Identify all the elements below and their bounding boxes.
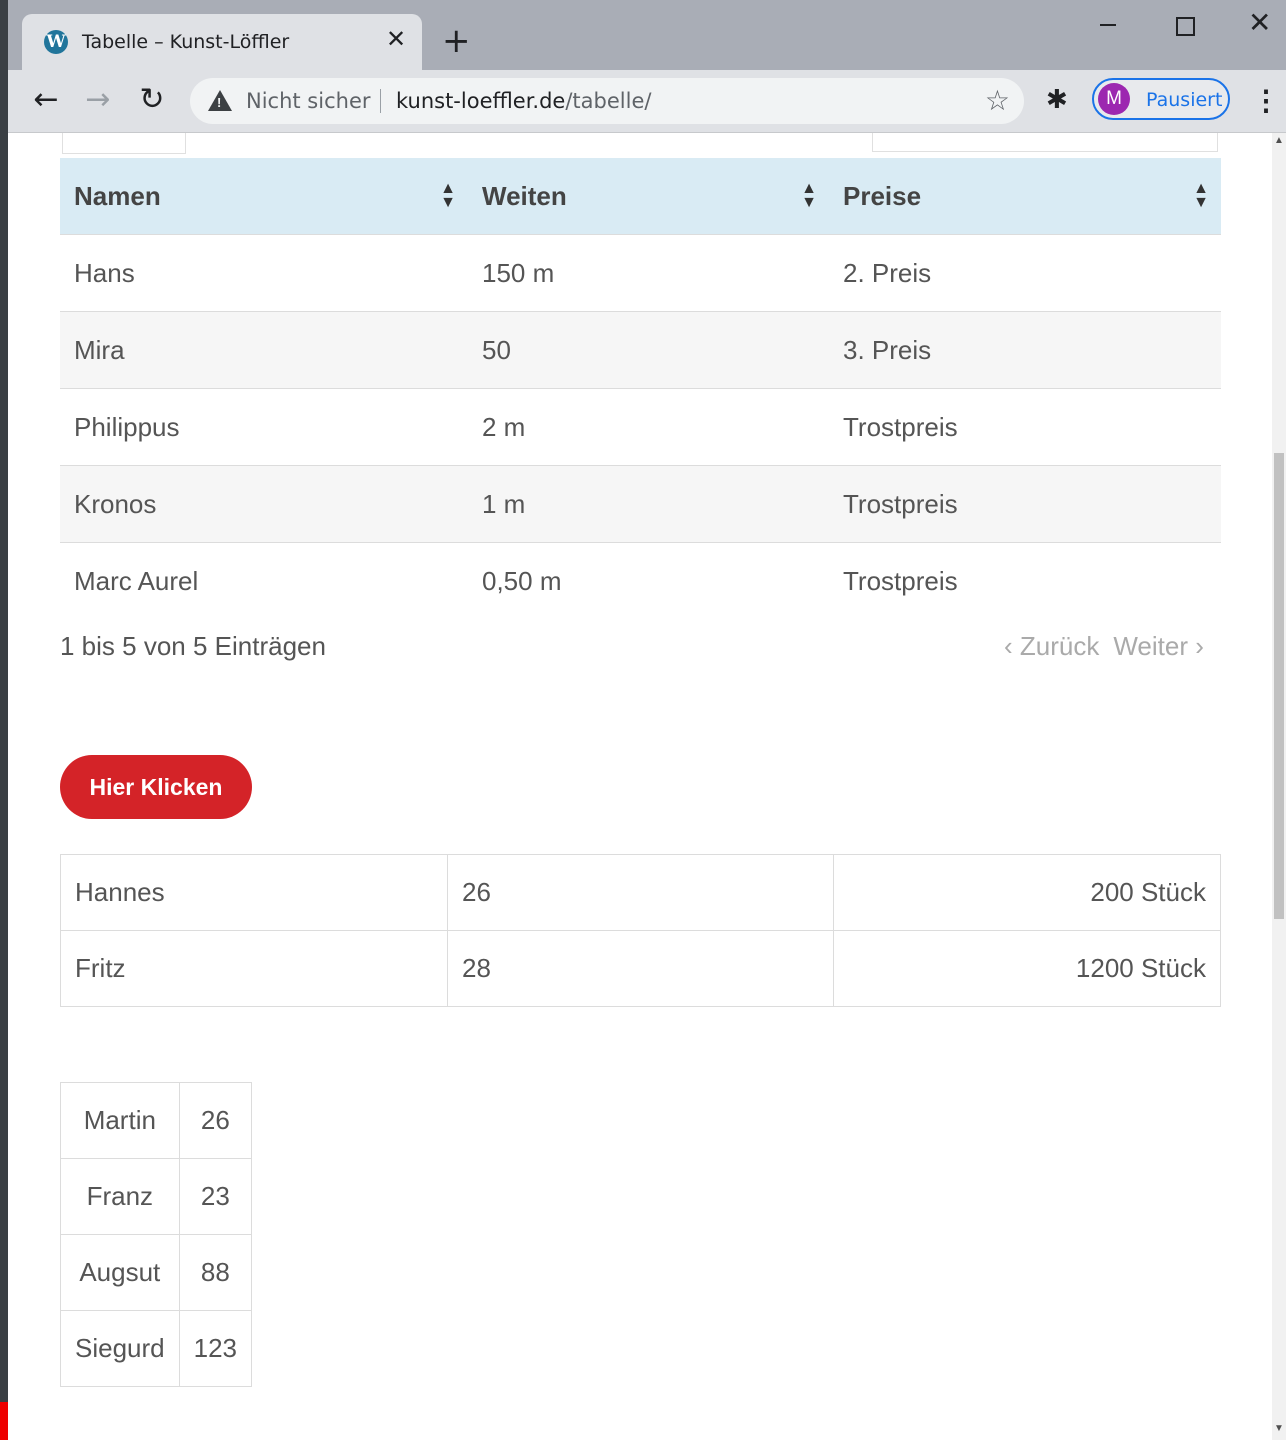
table-row: Hannes 26 200 Stück [60, 854, 1221, 931]
pagination: ‹ Zurück Weiter › [1004, 631, 1218, 662]
forward-arrow-icon[interactable]: → [78, 80, 118, 120]
table-row: Franz 23 [60, 1158, 253, 1235]
scroll-thumb[interactable] [1274, 453, 1284, 919]
back-arrow-icon[interactable]: ← [26, 80, 66, 120]
profile-label: Pausiert [1146, 89, 1223, 111]
cell: Trostpreis [829, 465, 1221, 543]
warning-icon[interactable] [208, 90, 232, 111]
table-row: Martin 26 [60, 1082, 253, 1159]
address-bar[interactable]: Nicht sicher kunst-loeffler.de/tabelle/ … [190, 78, 1024, 124]
cell: Philippus [60, 388, 468, 466]
data-table: Namen ▲ ▼ Weiten ▲ ▼ Preise ▲ ▼ Hans 150 m 2. Pr… [60, 158, 1221, 619]
column-header-preise[interactable]: Preise ▲ ▼ [829, 158, 1221, 235]
cell: 26 [447, 854, 834, 931]
table-three: Martin 26 Franz 23 Augsut 88 Siegurd 123 [60, 1082, 253, 1387]
sort-icon: ▲ ▼ [1193, 180, 1209, 211]
puzzle-icon[interactable]: ✱ [1046, 84, 1068, 115]
cell: Hans [60, 234, 468, 312]
divider [380, 89, 381, 113]
table-row: Mira 50 3. Preis [60, 311, 1221, 389]
page-content: Namen ▲ ▼ Weiten ▲ ▼ Preise ▲ ▼ Hans 150 m 2. Pr… [8, 133, 1270, 1440]
cell: 50 [468, 311, 829, 389]
column-header-namen[interactable]: Namen ▲ ▼ [60, 158, 468, 235]
cell: 26 [178, 1082, 253, 1159]
plus-icon[interactable]: + [442, 24, 471, 58]
table-row: Siegurd 123 [60, 1310, 253, 1387]
table-row: Augsut 88 [60, 1234, 253, 1311]
search-input[interactable] [872, 133, 1218, 152]
maximize-icon[interactable] [1176, 17, 1195, 36]
cell: 1200 Stück [833, 930, 1221, 1007]
wordpress-icon: W [44, 30, 68, 54]
avatar: M [1098, 83, 1130, 115]
sort-icon: ▲ ▼ [801, 180, 817, 211]
cell: 150 m [468, 234, 829, 312]
scrollbar[interactable]: ▲ ▼ [1272, 133, 1286, 1440]
cell: 3. Preis [829, 311, 1221, 389]
cell: Fritz [60, 930, 448, 1007]
cell: Hannes [60, 854, 448, 931]
cell: 88 [178, 1234, 253, 1311]
cell: 28 [447, 930, 834, 1007]
cell: 200 Stück [833, 854, 1221, 931]
close-icon[interactable]: ✕ [382, 26, 410, 54]
browser-tab[interactable]: W Tabelle – Kunst-Löffler ✕ [22, 14, 422, 70]
cell: Franz [60, 1158, 180, 1235]
minimize-icon[interactable] [1094, 4, 1122, 44]
cell: Trostpreis [829, 542, 1221, 619]
tab-strip: W Tabelle – Kunst-Löffler ✕ + ✕ [8, 0, 1286, 70]
cell: 2 m [468, 388, 829, 466]
cell: 0,50 m [468, 542, 829, 619]
cell: Martin [60, 1082, 180, 1159]
url-path: /tabelle/ [565, 89, 652, 113]
url-host: kunst-loeffler.de [396, 89, 566, 113]
menu-icon[interactable]: ⋮ [1252, 84, 1280, 117]
reload-icon[interactable]: ↻ [132, 80, 172, 120]
cell: 2. Preis [829, 234, 1221, 312]
profile-button[interactable]: M Pausiert [1092, 78, 1230, 120]
cell: Trostpreis [829, 388, 1221, 466]
next-page-link[interactable]: Weiter › [1113, 631, 1204, 661]
star-icon[interactable]: ☆ [985, 84, 1010, 117]
tab-title: Tabelle – Kunst-Löffler [82, 31, 290, 53]
window-close-icon[interactable]: ✕ [1248, 6, 1271, 39]
cell: 23 [178, 1158, 253, 1235]
browser-window: W Tabelle – Kunst-Löffler ✕ + ✕ ← → ↻ Ni… [8, 0, 1286, 1440]
scroll-up-icon[interactable]: ▲ [1274, 135, 1284, 146]
cell: 1 m [468, 465, 829, 543]
table-row: Philippus 2 m Trostpreis [60, 388, 1221, 466]
table-row: Fritz 28 1200 Stück [60, 930, 1221, 1007]
table-info: 1 bis 5 von 5 Einträgen [60, 631, 326, 661]
cell: Siegurd [60, 1310, 180, 1387]
table-row: Marc Aurel 0,50 m Trostpreis [60, 542, 1221, 619]
length-select[interactable] [62, 133, 186, 154]
cell: Mira [60, 311, 468, 389]
cell: Kronos [60, 465, 468, 543]
cell: Augsut [60, 1234, 180, 1311]
security-label[interactable]: Nicht sicher [246, 89, 371, 113]
cell: 123 [178, 1310, 253, 1387]
browser-toolbar: ← → ↻ Nicht sicher kunst-loeffler.de/tab… [8, 70, 1286, 133]
prev-page-link[interactable]: ‹ Zurück [1004, 631, 1099, 661]
table-row: Kronos 1 m Trostpreis [60, 465, 1221, 543]
scroll-down-icon[interactable]: ▼ [1274, 1423, 1284, 1434]
table-two: Hannes 26 200 Stück Fritz 28 1200 Stück [60, 854, 1221, 1007]
desktop-edge [0, 1402, 8, 1440]
table-row: Hans 150 m 2. Preis [60, 234, 1221, 312]
url-text[interactable]: kunst-loeffler.de/tabelle/ [396, 89, 651, 113]
hier-klicken-button[interactable]: Hier Klicken [60, 755, 252, 819]
cell: Marc Aurel [60, 542, 468, 619]
sort-icon: ▲ ▼ [440, 180, 456, 211]
column-header-weiten[interactable]: Weiten ▲ ▼ [468, 158, 829, 235]
